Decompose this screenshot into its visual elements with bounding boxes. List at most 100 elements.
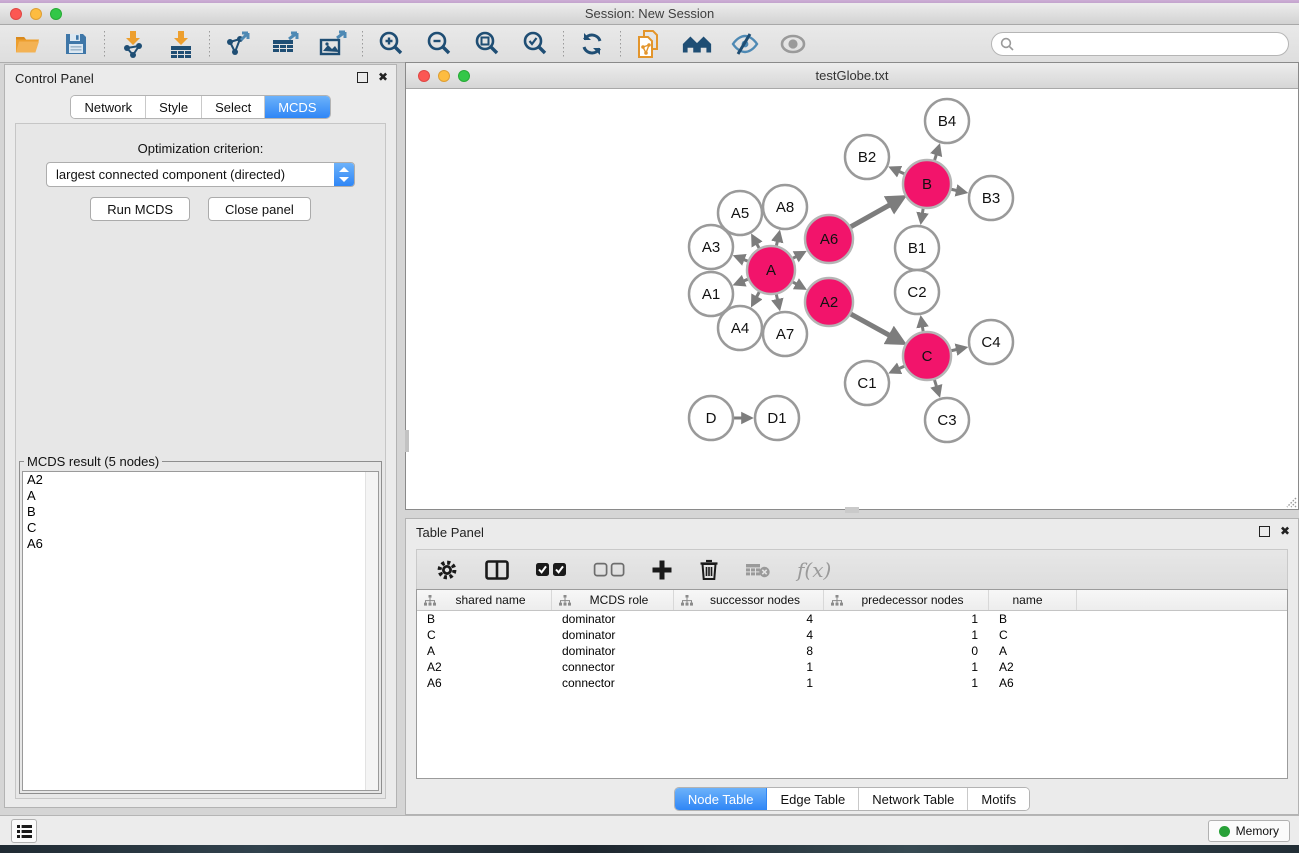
table-cell[interactable]: 4 [674, 627, 824, 643]
home-icon[interactable] [681, 29, 713, 59]
graph-node-A6[interactable]: A6 [805, 215, 853, 263]
memory-button[interactable]: Memory [1208, 820, 1290, 842]
table-cell[interactable]: C [989, 627, 1077, 643]
table-row[interactable]: Cdominator41C [417, 627, 1287, 643]
table-cell[interactable]: A2 [989, 659, 1077, 675]
columns-icon[interactable] [485, 560, 509, 580]
table-cell[interactable]: dominator [552, 627, 674, 643]
column-header-name[interactable]: name [989, 590, 1077, 610]
mcds-result-list[interactable]: A2ABCA6 [22, 471, 379, 791]
table-cell[interactable]: 1 [674, 659, 824, 675]
table-cell[interactable]: A [417, 643, 552, 659]
result-item[interactable]: A2 [23, 472, 378, 488]
result-item[interactable]: C [23, 520, 378, 536]
close-panel-icon[interactable]: ✖ [1280, 524, 1290, 538]
graph-node-D1[interactable]: D1 [755, 396, 799, 440]
close-panel-icon[interactable]: ✖ [378, 70, 388, 84]
vertical-scroll-thumb[interactable] [405, 430, 409, 452]
tab-mcds[interactable]: MCDS [265, 96, 329, 118]
column-header-predecessor-nodes[interactable]: predecessor nodes [824, 590, 989, 610]
new-network-from-selection-icon[interactable] [633, 29, 665, 59]
table-cell[interactable]: connector [552, 675, 674, 691]
tab-edge-table[interactable]: Edge Table [767, 788, 859, 810]
select-all-icon[interactable] [535, 562, 567, 577]
node-table[interactable]: shared nameMCDS rolesuccessor nodesprede… [416, 589, 1288, 779]
graph-node-A3[interactable]: A3 [689, 225, 733, 269]
table-cell[interactable]: 1 [824, 627, 989, 643]
result-item[interactable]: B [23, 504, 378, 520]
gear-icon[interactable] [435, 558, 459, 582]
export-network-icon[interactable] [222, 29, 254, 59]
tab-motifs[interactable]: Motifs [968, 788, 1029, 810]
tab-network-table[interactable]: Network Table [859, 788, 968, 810]
table-cell[interactable]: C [417, 627, 552, 643]
table-cell[interactable]: 1 [824, 675, 989, 691]
table-row[interactable]: A6connector11A6 [417, 675, 1287, 691]
table-row[interactable]: Adominator80A [417, 643, 1287, 659]
graph-node-D[interactable]: D [689, 396, 733, 440]
graph-node-A7[interactable]: A7 [763, 312, 807, 356]
table-cell[interactable]: A6 [417, 675, 552, 691]
hide-details-icon[interactable] [729, 29, 761, 59]
run-mcds-button[interactable]: Run MCDS [90, 197, 190, 221]
graph-node-B3[interactable]: B3 [969, 176, 1013, 220]
network-window-titlebar[interactable]: testGlobe.txt [406, 63, 1298, 89]
table-cell[interactable]: B [989, 611, 1077, 627]
zoom-fit-icon[interactable] [471, 29, 503, 59]
edge-A6-B[interactable] [846, 198, 901, 229]
tab-network[interactable]: Network [71, 96, 146, 118]
search-input[interactable] [1015, 34, 1288, 54]
search-field[interactable] [991, 32, 1289, 56]
graph-node-C[interactable]: C [903, 332, 951, 380]
result-item[interactable]: A [23, 488, 378, 504]
task-history-button[interactable] [11, 819, 37, 843]
table-cell[interactable]: A6 [989, 675, 1077, 691]
zoom-in-icon[interactable] [375, 29, 407, 59]
table-cell[interactable]: dominator [552, 643, 674, 659]
table-cell[interactable]: 1 [824, 659, 989, 675]
optimization-criterion-select[interactable]: largest connected component (directed) [46, 162, 355, 187]
column-header-successor-nodes[interactable]: successor nodes [674, 590, 824, 610]
result-item[interactable]: A6 [23, 536, 378, 552]
save-icon[interactable] [60, 29, 92, 59]
eye-icon[interactable] [777, 29, 809, 59]
refresh-icon[interactable] [576, 29, 608, 59]
graph-node-C4[interactable]: C4 [969, 320, 1013, 364]
graph-node-B1[interactable]: B1 [895, 226, 939, 270]
result-scrollbar[interactable] [365, 472, 378, 790]
graph-node-C2[interactable]: C2 [895, 270, 939, 314]
graph-node-A[interactable]: A [747, 246, 795, 294]
resize-grip-icon[interactable] [1283, 494, 1297, 508]
float-panel-icon[interactable] [1259, 526, 1270, 537]
table-cell[interactable]: 1 [674, 675, 824, 691]
delete-table-icon[interactable] [745, 561, 771, 579]
table-cell[interactable]: A2 [417, 659, 552, 675]
float-panel-icon[interactable] [357, 72, 368, 83]
table-cell[interactable]: 4 [674, 611, 824, 627]
graph-node-C3[interactable]: C3 [925, 398, 969, 442]
import-table-icon[interactable] [165, 29, 197, 59]
tab-node-table[interactable]: Node Table [675, 788, 768, 810]
column-header-mcds-role[interactable]: MCDS role [552, 590, 674, 610]
add-icon[interactable] [651, 559, 673, 581]
graph-node-A2[interactable]: A2 [805, 278, 853, 326]
import-network-icon[interactable] [117, 29, 149, 59]
table-cell[interactable]: 8 [674, 643, 824, 659]
table-cell[interactable]: 0 [824, 643, 989, 659]
table-cell[interactable]: 1 [824, 611, 989, 627]
graph-node-C1[interactable]: C1 [845, 361, 889, 405]
zoom-selected-icon[interactable] [519, 29, 551, 59]
column-header-shared-name[interactable]: shared name [417, 590, 552, 610]
table-cell[interactable]: B [417, 611, 552, 627]
table-row[interactable]: A2connector11A2 [417, 659, 1287, 675]
deselect-all-icon[interactable] [593, 562, 625, 577]
horizontal-scroll-thumb[interactable] [845, 507, 859, 513]
edge-A2-C[interactable] [847, 312, 902, 342]
table-cell[interactable]: dominator [552, 611, 674, 627]
table-row[interactable]: Bdominator41B [417, 611, 1287, 627]
tab-select[interactable]: Select [202, 96, 265, 118]
delete-icon[interactable] [699, 558, 719, 581]
table-cell[interactable]: A [989, 643, 1077, 659]
graph-node-A8[interactable]: A8 [763, 185, 807, 229]
zoom-out-icon[interactable] [423, 29, 455, 59]
